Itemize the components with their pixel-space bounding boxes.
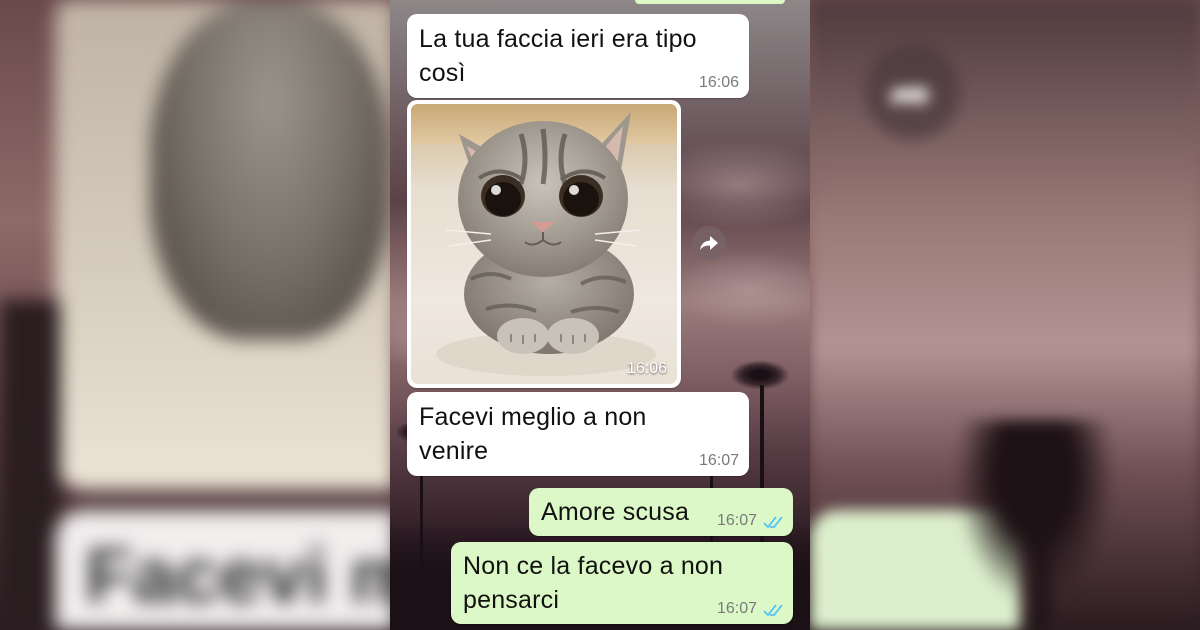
wallpaper-palm-frond xyxy=(730,360,790,390)
blurred-background-right: ➦ xyxy=(810,0,1200,630)
blurred-kitten xyxy=(150,0,390,340)
incoming-message[interactable]: Facevi meglio a non venire 16:07 xyxy=(407,392,749,476)
wallpaper-cloud xyxy=(670,250,810,330)
message-timestamp: 16:07 xyxy=(698,452,739,469)
double-check-icon xyxy=(763,604,783,617)
message-timestamp: 16:06 xyxy=(626,360,667,377)
kitten-illustration xyxy=(436,112,656,376)
previous-message-edge xyxy=(635,0,785,4)
blurred-message-text: Facevi m xyxy=(85,531,395,619)
kitten-photo[interactable]: 16:06 xyxy=(411,104,677,384)
outgoing-message[interactable]: Non ce la facevo a non pensarci 16:07 xyxy=(451,542,793,624)
incoming-message[interactable]: La tua faccia ieri era tipo così 16:06 xyxy=(407,14,749,98)
forward-arrow-icon xyxy=(700,236,718,250)
message-timestamp: 16:07 xyxy=(716,512,757,529)
outgoing-message[interactable]: Amore scusa 16:07 xyxy=(529,488,793,536)
double-check-icon xyxy=(763,516,783,529)
chat-screen: La tua faccia ieri era tipo così 16:06 1… xyxy=(390,0,810,630)
message-timestamp: 16:07 xyxy=(716,600,757,617)
incoming-image-message[interactable]: 16:06 xyxy=(407,100,681,388)
message-timestamp: 16:06 xyxy=(698,74,739,91)
message-text: Facevi meglio a non venire xyxy=(419,403,647,465)
forward-button[interactable] xyxy=(692,226,726,260)
blurred-forward-arrow-icon: ➦ xyxy=(888,64,934,124)
blurred-palm-trunk xyxy=(1035,470,1049,630)
message-text: La tua faccia ieri era tipo così xyxy=(419,25,697,87)
blurred-shadow xyxy=(0,300,60,630)
blurred-background-left: Facevi m xyxy=(0,0,395,630)
